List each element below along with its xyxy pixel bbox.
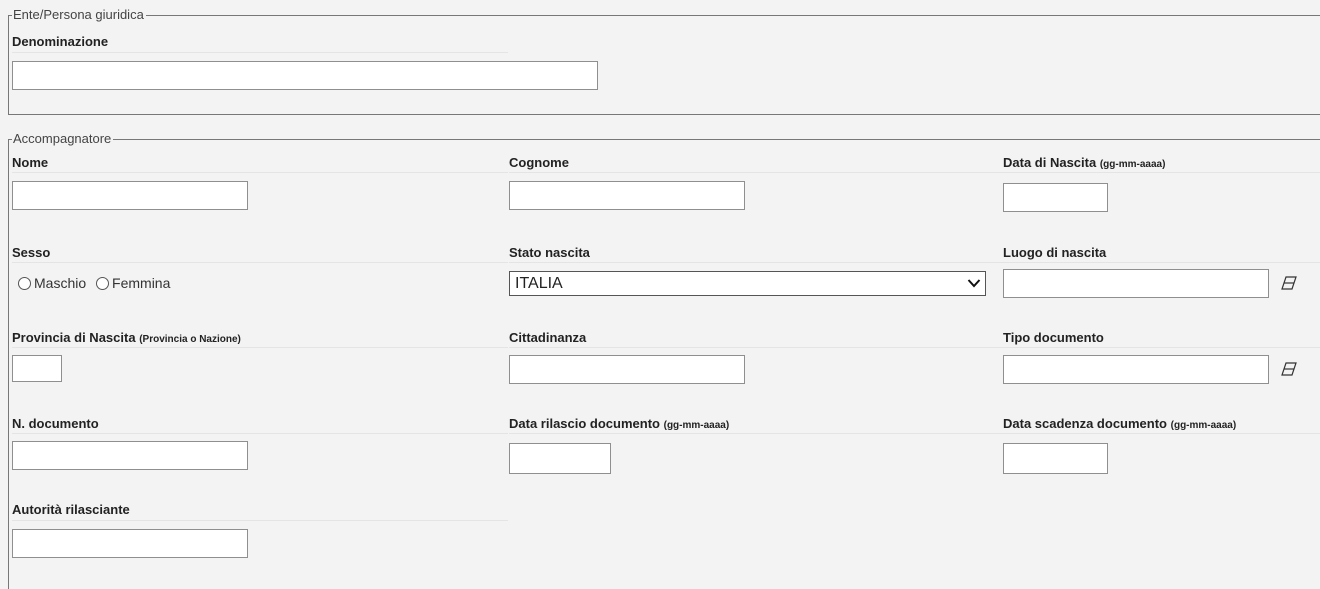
divider (12, 520, 508, 521)
label-data-rilascio: Data rilascio documento (gg-mm-aaaa) (509, 416, 730, 431)
radio-femmina[interactable]: Femmina (96, 275, 170, 291)
radio-circle[interactable] (18, 277, 31, 290)
divider (12, 172, 508, 173)
divider (1003, 172, 1320, 173)
legend-accompagnatore: Accompagnatore (12, 131, 114, 147)
label-denominazione: Denominazione (12, 34, 109, 49)
nome-input[interactable] (12, 181, 248, 210)
cognome-input[interactable] (509, 181, 745, 210)
divider (12, 52, 508, 53)
autorita-input[interactable] (12, 529, 248, 558)
eraser-icon[interactable] (1281, 362, 1297, 376)
divider (509, 172, 1003, 173)
divider (509, 433, 1003, 434)
label-nome: Nome (12, 155, 49, 170)
eraser-icon[interactable] (1281, 276, 1297, 290)
legend-ente: Ente/Persona giuridica (12, 7, 146, 23)
denominazione-input[interactable] (12, 61, 598, 90)
stato-nascita-select[interactable]: ITALIA (509, 271, 986, 296)
data-rilascio-hint: (gg-mm-aaaa) (663, 420, 730, 431)
chevron-down-icon (967, 279, 981, 288)
divider (12, 433, 508, 434)
divider (1003, 262, 1320, 263)
label-cittadinanza: Cittadinanza (509, 330, 587, 345)
luogo-nascita-input[interactable] (1003, 269, 1269, 298)
label-autorita: Autorità rilasciante (12, 502, 130, 517)
label-provincia: Provincia di Nascita (Provincia o Nazion… (12, 330, 241, 345)
label-stato-nascita: Stato nascita (509, 245, 590, 260)
provincia-input[interactable] (12, 355, 62, 382)
divider (1003, 433, 1320, 434)
divider (1003, 347, 1320, 348)
tipo-documento-input[interactable] (1003, 355, 1269, 384)
radio-maschio[interactable]: Maschio (18, 275, 86, 291)
divider (509, 262, 1003, 263)
divider (509, 347, 1003, 348)
data-nascita-input[interactable] (1003, 183, 1108, 212)
label-sesso: Sesso (12, 245, 51, 260)
label-data-scadenza: Data scadenza documento (gg-mm-aaaa) (1003, 416, 1237, 431)
radio-circle[interactable] (96, 277, 110, 290)
label-luogo-nascita: Luogo di nascita (1003, 245, 1107, 260)
data-scadenza-hint: (gg-mm-aaaa) (1170, 420, 1237, 431)
divider (12, 347, 508, 348)
sesso-radio-group: Maschio Femmina (18, 275, 170, 291)
label-cognome: Cognome (509, 155, 569, 170)
data-scadenza-input[interactable] (1003, 443, 1108, 474)
divider (12, 262, 508, 263)
provincia-hint: (Provincia o Nazione) (139, 334, 241, 345)
label-tipo-documento: Tipo documento (1003, 330, 1104, 345)
data-rilascio-input[interactable] (509, 443, 611, 474)
label-n-documento: N. documento (12, 416, 99, 431)
stato-nascita-value: ITALIA (515, 275, 563, 292)
cittadinanza-input[interactable] (509, 355, 745, 384)
n-documento-input[interactable] (12, 441, 248, 470)
label-data-nascita: Data di Nascita (gg-mm-aaaa) (1003, 155, 1166, 170)
data-nascita-hint: (gg-mm-aaaa) (1099, 159, 1166, 170)
